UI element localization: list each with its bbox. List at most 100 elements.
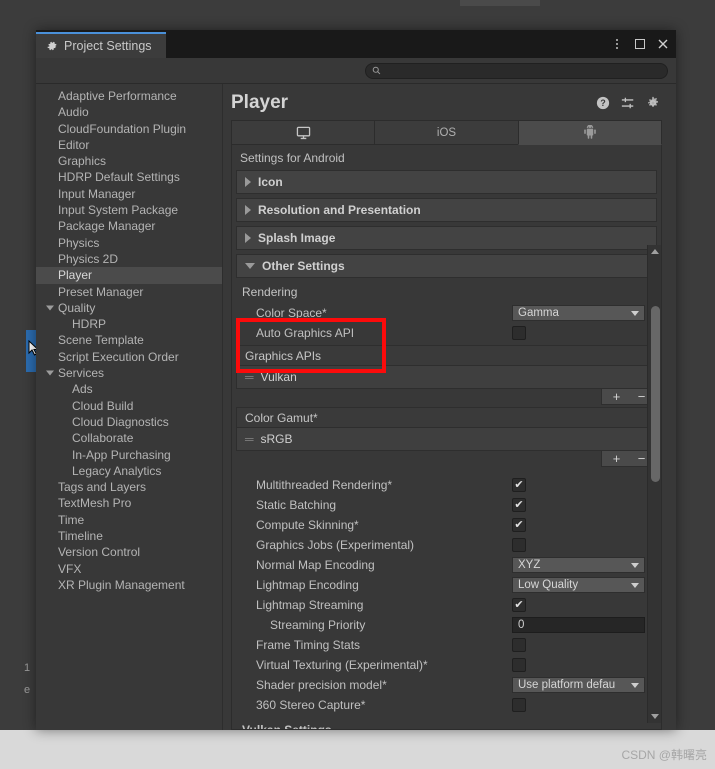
sidebar-item-ads[interactable]: Ads (36, 381, 222, 397)
platform-tab-ios[interactable]: iOS (374, 120, 518, 145)
rendering-rows-top: Color Space* Gamma Auto Graphics API (232, 303, 661, 343)
foldout-label: Icon (258, 175, 283, 189)
drag-handle-icon[interactable]: ═ (245, 370, 253, 384)
settings-sidebar[interactable]: Adaptive Performance Audio CloudFoundation… (36, 84, 223, 730)
search-input[interactable] (385, 65, 661, 76)
compute-skinning-checkbox[interactable] (512, 518, 526, 532)
sidebar-item-tags-and-layers[interactable]: Tags and Layers (36, 479, 222, 495)
drag-handle-icon[interactable]: ═ (245, 432, 253, 446)
virtual-texturing-experimental-checkbox[interactable] (512, 658, 526, 672)
sidebar-item-vfx[interactable]: VFX (36, 561, 222, 577)
foldout-icon[interactable]: Icon (236, 170, 657, 194)
sidebar-item-in-app-purchasing[interactable]: In-App Purchasing (36, 447, 222, 463)
sidebar-item-legacy-analytics[interactable]: Legacy Analytics (36, 463, 222, 479)
sidebar-item-player[interactable]: Player (36, 267, 222, 284)
sidebar-item-cloud-build[interactable]: Cloud Build (36, 398, 222, 414)
lightmap-streaming-checkbox[interactable] (512, 598, 526, 612)
scrollbar-track[interactable] (648, 258, 661, 710)
sidebar-item-cloud-diagnostics[interactable]: Cloud Diagnostics (36, 414, 222, 430)
scrollbar-thumb[interactable] (650, 306, 660, 482)
sidebar-item-input-manager[interactable]: Input Manager (36, 186, 222, 202)
chevron-right-icon[interactable] (245, 177, 251, 187)
setting-label: Normal Map Encoding (256, 558, 375, 572)
sidebar-item-physics[interactable]: Physics (36, 235, 222, 251)
sidebar-item-physics-2d[interactable]: Physics 2D (36, 251, 222, 267)
vertical-scrollbar[interactable] (647, 245, 661, 723)
color-gamut-listbox[interactable]: Color Gamut* ═ sRGB (236, 407, 657, 451)
setting-row-lightmap-streaming: Lightmap Streaming (232, 595, 661, 615)
graphics-apis-listbox[interactable]: Graphics APIs ═ Vulkan (236, 345, 657, 389)
sidebar-item-script-execution-order[interactable]: Script Execution Order (36, 349, 222, 365)
add-button[interactable]: + (605, 389, 628, 404)
close-icon[interactable] (656, 37, 670, 51)
kebab-menu-icon[interactable] (610, 37, 624, 51)
sidebar-item-collaborate[interactable]: Collaborate (36, 430, 222, 446)
lightmap-encoding-dropdown[interactable]: Low Quality (512, 577, 645, 593)
sidebar-item-adaptive-performance[interactable]: Adaptive Performance (36, 88, 222, 104)
chevron-down-icon[interactable] (245, 263, 255, 269)
sidebar-item-editor[interactable]: Editor (36, 137, 222, 153)
tab-project-settings[interactable]: Project Settings (36, 32, 166, 58)
add-button[interactable]: + (605, 451, 628, 466)
foldout-splash-image[interactable]: Splash Image (236, 226, 657, 250)
graphics-jobs-experimental-checkbox[interactable] (512, 538, 526, 552)
panel-header: Player ? (223, 84, 676, 118)
sidebar-item-hdrp[interactable]: HDRP (36, 316, 222, 332)
search-box[interactable] (365, 62, 668, 79)
platform-tab-android-robot[interactable] (517, 120, 662, 145)
shader-precision-model-dropdown[interactable]: Use platform defau (512, 677, 645, 693)
setting-row-multithreaded-rendering: Multithreaded Rendering* (232, 475, 661, 495)
sidebar-item-label: Cloud Build (72, 398, 134, 413)
platform-tab-bar[interactable]: iOS (231, 120, 662, 145)
sidebar-item-preset-manager[interactable]: Preset Manager (36, 284, 222, 300)
setting-row-360-stereo-capture: 360 Stereo Capture* (232, 695, 661, 715)
sidebar-item-cloudfoundation-plugin[interactable]: CloudFoundation Plugin (36, 121, 222, 137)
chevron-down-icon (631, 582, 639, 588)
platform-tab-label: iOS (436, 126, 457, 139)
sidebar-item-textmesh-pro[interactable]: TextMesh Pro (36, 495, 222, 511)
list-item[interactable]: ═ Vulkan (237, 366, 656, 388)
preset-icon[interactable] (621, 96, 635, 110)
maximize-icon[interactable] (633, 37, 647, 51)
sidebar-item-audio[interactable]: Audio (36, 104, 222, 120)
normal-map-encoding-dropdown[interactable]: XYZ (512, 557, 645, 573)
sidebar-item-timeline[interactable]: Timeline (36, 528, 222, 544)
chevron-down-icon[interactable] (46, 305, 54, 311)
gear-icon[interactable] (646, 96, 660, 110)
sidebar-item-scene-template[interactable]: Scene Template (36, 332, 222, 348)
sidebar-item-package-manager[interactable]: Package Manager (36, 218, 222, 234)
360-stereo-capture-checkbox[interactable] (512, 698, 526, 712)
multithreaded-rendering-checkbox[interactable] (512, 478, 526, 492)
setting-label: Shader precision model* (256, 678, 387, 692)
foldout-resolution-and-presentation[interactable]: Resolution and Presentation (236, 198, 657, 222)
list-item[interactable]: ═ sRGB (237, 428, 656, 450)
frame-timing-stats-checkbox[interactable] (512, 638, 526, 652)
foldout-other-settings[interactable]: Other Settings (236, 254, 657, 278)
sidebar-item-label: TextMesh Pro (58, 496, 132, 511)
sidebar-item-time[interactable]: Time (36, 512, 222, 528)
sidebar-item-input-system-package[interactable]: Input System Package (36, 202, 222, 218)
chevron-right-icon[interactable] (245, 233, 251, 243)
scroll-up-arrow[interactable] (648, 245, 661, 258)
setting-label: Streaming Priority (270, 618, 366, 632)
auto-graphics-api-checkbox[interactable] (512, 326, 526, 340)
svg-text:?: ? (600, 98, 605, 108)
dropdown-value: Use platform defau (518, 679, 616, 691)
sidebar-item-quality[interactable]: Quality (36, 300, 222, 316)
color-space-dropdown[interactable]: Gamma (512, 305, 645, 321)
sidebar-item-graphics[interactable]: Graphics (36, 153, 222, 169)
help-icon[interactable]: ? (596, 96, 610, 110)
sidebar-item-services[interactable]: Services (36, 365, 222, 381)
sidebar-item-hdrp-default-settings[interactable]: HDRP Default Settings (36, 169, 222, 185)
chevron-down-icon[interactable] (46, 370, 54, 376)
sidebar-item-label: Player (58, 268, 93, 283)
platform-tab-desktop-monitor[interactable] (231, 120, 375, 145)
setting-label: Compute Skinning* (256, 518, 359, 532)
chevron-right-icon[interactable] (245, 205, 251, 215)
sidebar-item-xr-plugin-management[interactable]: XR Plugin Management (36, 577, 222, 593)
streaming-priority-input[interactable]: 0 (512, 617, 645, 633)
chevron-down-icon (631, 562, 639, 568)
static-batching-checkbox[interactable] (512, 498, 526, 512)
sidebar-item-version-control[interactable]: Version Control (36, 544, 222, 560)
scroll-down-arrow[interactable] (648, 710, 661, 723)
